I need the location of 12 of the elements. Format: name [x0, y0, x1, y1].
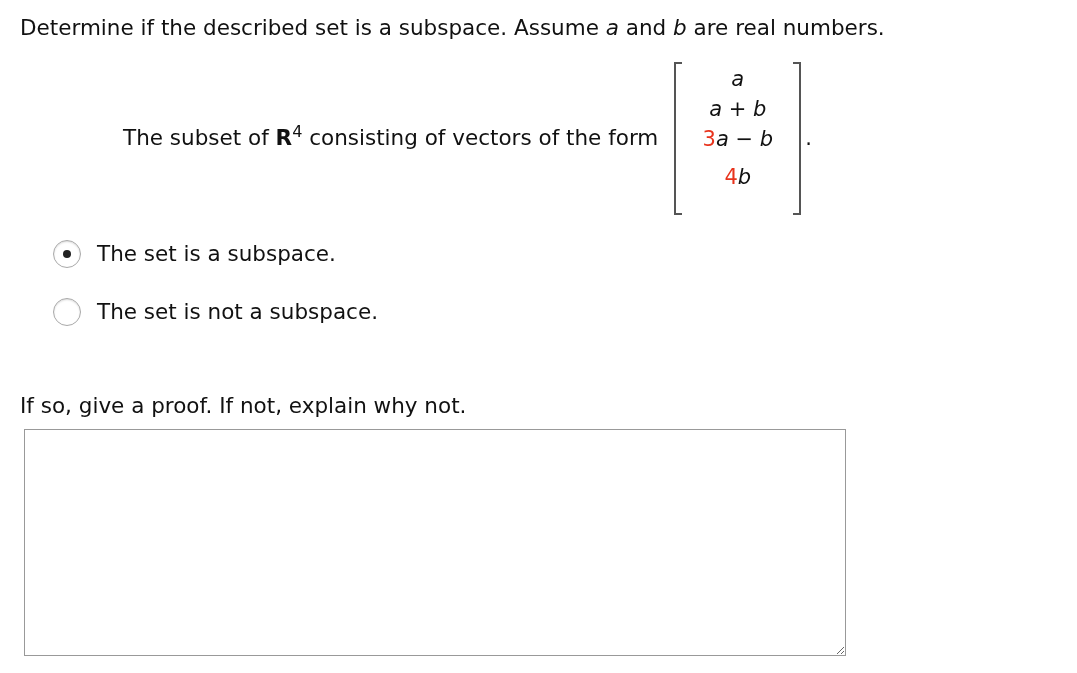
period: . — [805, 124, 812, 152]
vector-entry: a — [731, 66, 745, 93]
vector-entry: 4b — [724, 164, 752, 191]
radio-button[interactable] — [53, 298, 81, 327]
question-text: Determine if the described set is a subspace. Assume a and b are real numbers. — [20, 14, 885, 42]
proof-prompt: If so, give a proof. If not, explain why not. — [20, 392, 467, 420]
vector-entry: 3a − b — [702, 126, 774, 153]
option-label: The set is a subspace. — [97, 240, 336, 268]
option-label: The set is not a subspace. — [97, 298, 378, 327]
vector-entry: a + b — [709, 96, 767, 123]
subset-text: The subset of R$^{4}$ consisting of vectors of the form — [123, 122, 659, 153]
radio-button[interactable] — [53, 240, 81, 269]
